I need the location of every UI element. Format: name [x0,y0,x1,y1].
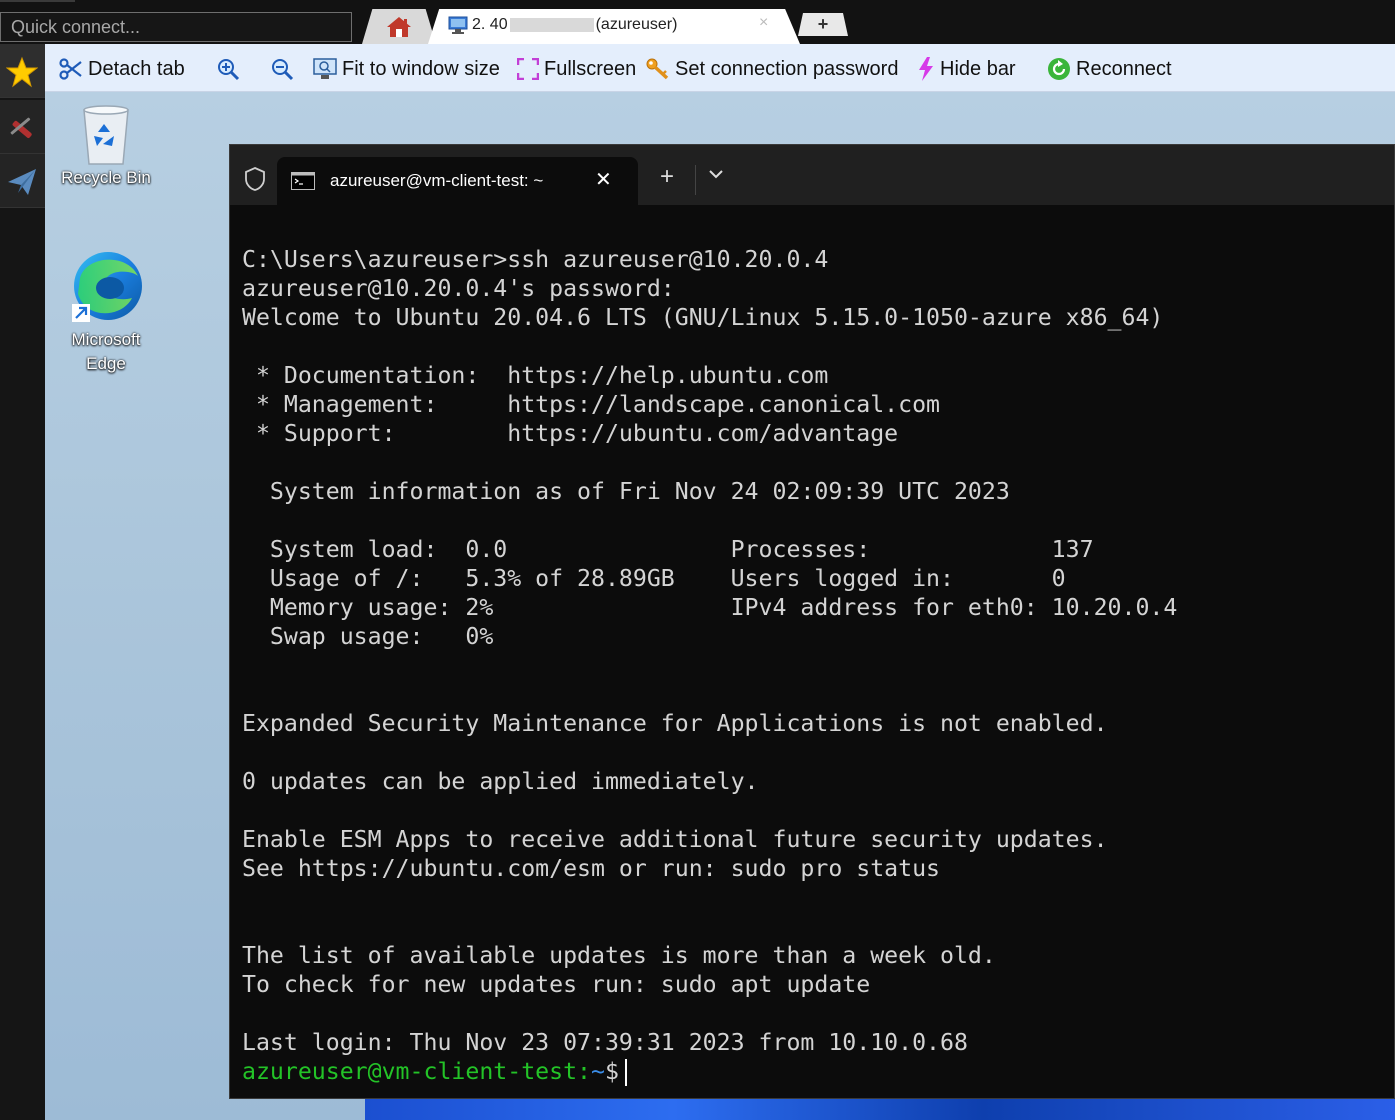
titlebar-divider [695,165,696,195]
fullscreen-label: Fullscreen [544,57,637,80]
edge-label-line2: Edge [86,354,126,373]
terminal-icon [291,172,315,190]
edge-browser-icon [72,252,142,322]
terminal-line: azureuser@10.20.0.4's password: [242,275,675,302]
set-password-button[interactable]: Set connection password [646,56,898,82]
shield-icon[interactable] [244,167,266,191]
hide-bar-label: Hide bar [940,57,1016,80]
terminal-line: Last login: Thu Nov 23 07:39:31 2023 fro… [242,1029,968,1056]
edge-label-line1: Microsoft [71,330,141,349]
wallpaper-swirl [365,1098,1395,1120]
detach-tab-label: Detach tab [88,57,185,80]
tab-title-prefix: 2. 40 [472,16,508,33]
fullscreen-icon [517,58,539,80]
tab-home[interactable] [362,9,436,44]
tab-strip-indicator [0,0,75,2]
terminal-output[interactable]: C:\Users\azureuser>ssh azureuser@10.20.0… [242,245,1382,1086]
text-cursor [624,1059,627,1086]
terminal-line: To check for new updates run: sudo apt u… [242,971,871,998]
tab-close-button[interactable]: × [759,14,768,32]
new-tab-button[interactable]: + [798,13,848,36]
edge-shortcut[interactable]: Microsoft Edge [51,248,161,376]
terminal-prompt[interactable]: azureuser@vm-client-test:~$ [242,1057,1382,1086]
terminal-line: Memory usage: 2% IPv4 address for eth0: … [242,594,1178,621]
recycle-bin-label: Recycle Bin [61,168,151,187]
terminal-line: * Documentation: https://help.ubuntu.com [242,362,829,389]
terminal-titlebar[interactable]: azureuser@vm-client-test: ~ ✕ + [230,145,1394,205]
star-icon [6,56,38,88]
terminal-tab[interactable]: azureuser@vm-client-test: ~ ✕ [277,157,638,205]
quick-connect-input[interactable]: Quick connect... [0,12,352,42]
terminal-window[interactable]: azureuser@vm-client-test: ~ ✕ + C:\Users… [229,144,1395,1099]
reconnect-button[interactable]: Reconnect [1047,56,1172,82]
tools-icon [10,117,32,138]
chevron-down-icon[interactable] [706,167,726,181]
prompt-symbol: $ [604,1058,619,1085]
tools-button[interactable] [0,100,45,154]
recycle-bin-icon [83,105,129,165]
terminal-line: Swap usage: 0% [242,623,494,650]
lightning-icon [919,57,933,81]
tab-strip: Quick connect... 2. 40 (azureuser) × + [0,0,1395,44]
fullscreen-button[interactable]: Fullscreen [517,56,636,82]
home-icon [387,17,411,37]
send-button[interactable] [0,154,45,208]
detach-tab-button[interactable]: Detach tab [59,56,185,82]
terminal-tab-title: azureuser@vm-client-test: ~ [330,171,544,190]
set-password-label: Set connection password [675,57,899,80]
terminal-line: Usage of /: 5.3% of 28.89GB Users logged… [242,565,1066,592]
zoom-out-button[interactable] [270,56,299,82]
terminal-line: System information as of Fri Nov 24 02:0… [242,478,1010,505]
prompt-path: ~ [591,1058,605,1085]
monitor-icon [448,16,468,34]
terminal-line: * Management: https://landscape.canonica… [242,391,941,418]
terminal-line: The list of available updates is more th… [242,942,996,969]
paper-plane-icon [8,169,36,195]
zoom-in-icon [218,59,240,81]
hide-bar-button[interactable]: Hide bar [917,56,1016,82]
recycle-bin-shortcut[interactable]: Recycle Bin [51,102,161,190]
terminal-line: System load: 0.0 Processes: 137 [242,536,1094,563]
zoom-in-button[interactable] [216,56,245,82]
key-icon [646,58,669,80]
terminal-line: 0 updates can be applied immediately. [242,768,759,795]
left-sidebar [0,44,45,1120]
reconnect-label: Reconnect [1076,57,1172,80]
prompt-user: azureuser@vm-client-test [242,1058,578,1085]
terminal-line: See https://ubuntu.com/esm or run: sudo … [242,855,941,882]
terminal-line: * Support: https://ubuntu.com/advantage [242,420,899,447]
terminal-new-tab-button[interactable]: + [660,163,674,191]
terminal-tab-close-button[interactable]: ✕ [595,167,612,192]
terminal-line: C:\Users\azureuser>ssh azureuser@10.20.0… [242,246,829,273]
terminal-line: Welcome to Ubuntu 20.04.6 LTS (GNU/Linux… [242,304,1164,331]
terminal-line: Enable ESM Apps to receive additional fu… [242,826,1108,853]
fit-window-icon [313,58,337,79]
favorites-button[interactable] [0,44,45,98]
terminal-line: Expanded Security Maintenance for Applic… [242,710,1108,737]
reconnect-icon [1048,58,1070,80]
tab-remote-session[interactable]: 2. 40 (azureuser) × [428,9,800,44]
prompt-separator: : [577,1058,592,1085]
session-toolbar: Detach tab Fit to window size Fullscreen [45,44,1395,92]
tab-remote-session-title: 2. 40 (azureuser) [472,16,677,34]
fit-to-window-label: Fit to window size [342,57,500,80]
zoom-out-icon [272,59,294,81]
redacted-address [509,17,594,32]
scissors-icon [59,58,82,80]
tab-title-suffix: (azureuser) [595,16,678,33]
fit-to-window-button[interactable]: Fit to window size [313,56,500,82]
